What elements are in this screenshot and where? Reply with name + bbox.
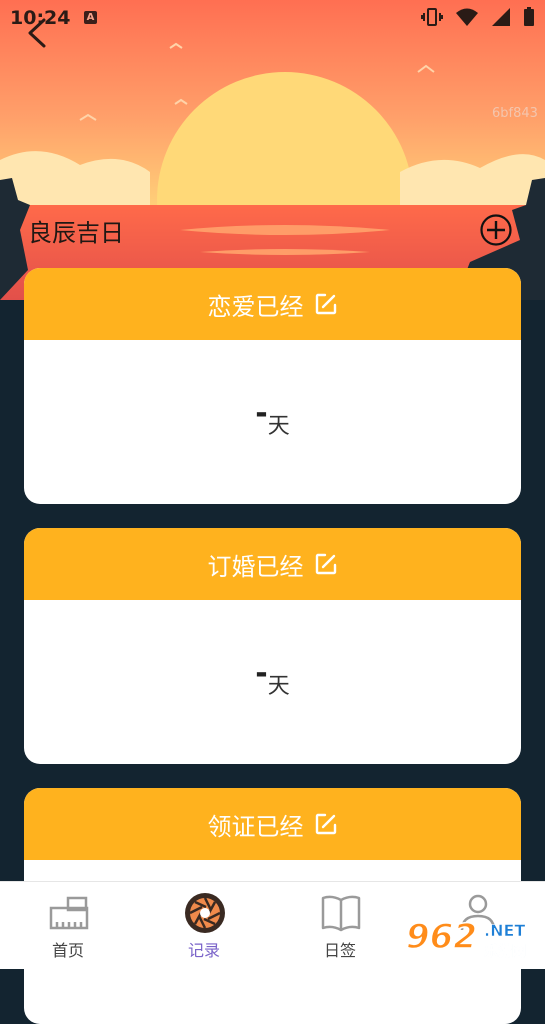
day-count-unit: 天 — [267, 414, 290, 439]
signal-icon — [492, 8, 510, 26]
status-bar: 10:24 A — [0, 0, 545, 36]
notification-badge: A — [84, 11, 97, 24]
day-count-value: - — [255, 656, 268, 691]
status-icons — [421, 7, 535, 27]
site-watermark-suffix: .NET — [484, 921, 525, 940]
edit-icon[interactable] — [314, 552, 338, 576]
edit-icon[interactable] — [314, 292, 338, 316]
add-circle-icon[interactable] — [480, 214, 512, 246]
tab-home[interactable]: 首页 — [0, 882, 136, 969]
site-watermark-number: 962 — [406, 917, 477, 957]
tab-records[interactable]: 记录 — [136, 882, 272, 969]
site-watermark-subtitle: 乐游网 — [484, 943, 526, 960]
vibrate-icon — [421, 8, 443, 26]
edit-icon[interactable] — [314, 812, 338, 836]
card-title: 领证已经 — [207, 812, 304, 841]
site-watermark-logo: 962 .NET 乐游网 — [405, 916, 526, 960]
card-title: 恋爱已经 — [207, 292, 304, 321]
card-header: 订婚已经 — [24, 528, 521, 600]
tab-label: 记录 — [187, 941, 220, 960]
home-icon — [49, 896, 89, 930]
tab-daily-sign[interactable]: 日签 — [272, 882, 408, 969]
card-header: 恋爱已经 — [24, 268, 521, 340]
aperture-icon — [185, 893, 225, 933]
day-count-value: - — [255, 396, 268, 431]
sunset-header-image — [0, 0, 545, 300]
card-title: 订婚已经 — [207, 552, 304, 581]
wifi-icon — [456, 8, 478, 26]
book-icon — [321, 895, 361, 932]
tab-label: 首页 — [51, 941, 84, 960]
anniversary-card[interactable]: 恋爱已经 -天 — [24, 268, 521, 504]
day-count: -天 — [24, 656, 521, 703]
day-count: -天 — [24, 396, 521, 443]
day-count-unit: 天 — [267, 674, 290, 699]
tab-label: 日签 — [323, 941, 356, 960]
image-watermark: 6bf843 — [492, 106, 538, 121]
anniversary-card[interactable]: 订婚已经 -天 — [24, 528, 521, 764]
card-header: 领证已经 — [24, 788, 521, 860]
back-arrow-icon[interactable] — [24, 16, 54, 50]
page-title: 良辰吉日 — [28, 219, 124, 247]
battery-icon — [524, 7, 534, 26]
